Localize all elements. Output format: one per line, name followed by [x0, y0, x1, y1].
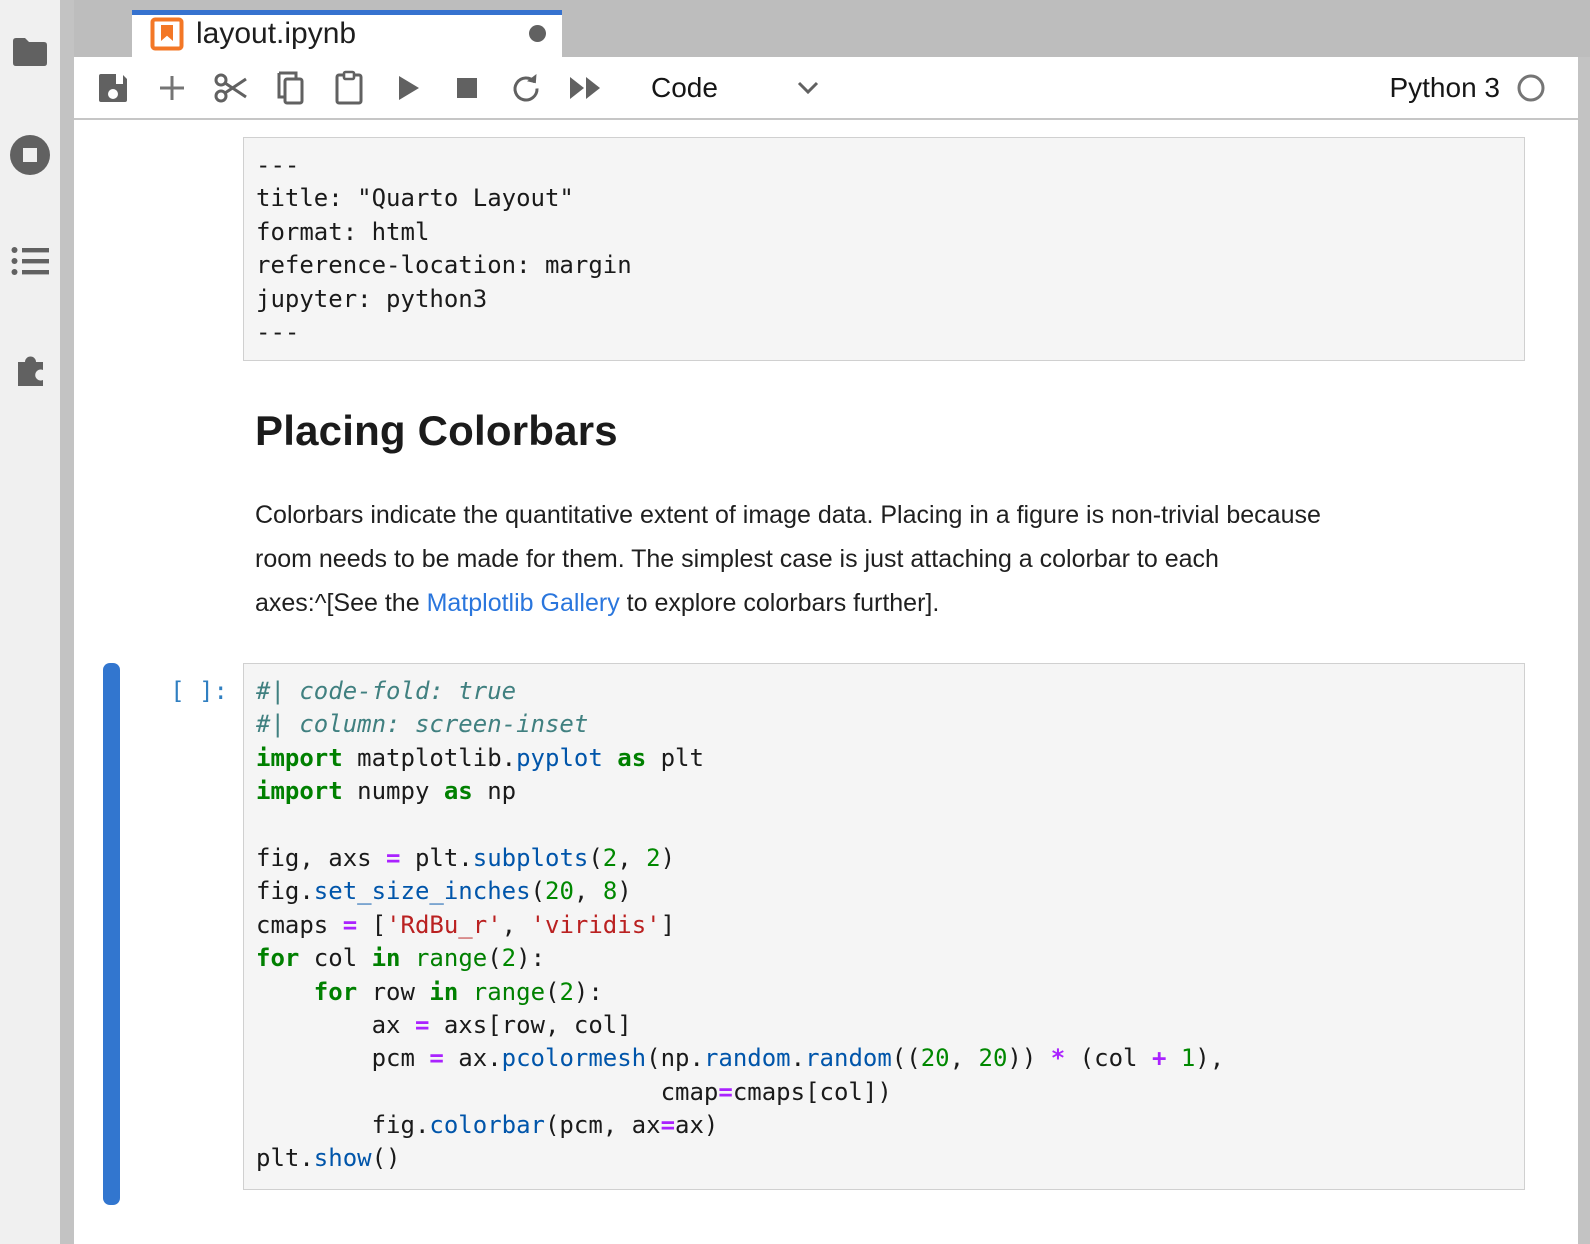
window-edge [1578, 57, 1590, 1244]
modified-dot-icon[interactable] [529, 25, 546, 42]
fast-forward-icon [566, 73, 604, 103]
notebook-toolbar: Code Python 3 [74, 57, 1578, 120]
cell-input-prompt: [ ]: [110, 677, 228, 705]
active-tab-indicator [132, 10, 562, 15]
restart-kernel-button[interactable] [507, 69, 544, 106]
notebook-icon [150, 17, 184, 51]
markdown-heading: Placing Colorbars [255, 407, 618, 455]
code-line: cmap=cmaps[col]) [256, 1076, 1518, 1109]
raw-cell-editor[interactable]: ---title: "Quarto Layout"format: htmlref… [243, 137, 1525, 361]
kernel-name[interactable]: Python 3 [1389, 72, 1500, 104]
cell-collapser[interactable] [103, 663, 120, 1205]
code-line: import matplotlib.pyplot as plt [256, 742, 1518, 775]
scissors-icon [213, 71, 249, 105]
paste-cells-button[interactable] [330, 69, 367, 106]
save-icon [96, 71, 130, 105]
sidebar-splitter[interactable] [60, 0, 74, 1244]
raw-line: title: "Quarto Layout" [256, 182, 1518, 215]
code-line: #| column: screen-inset [256, 708, 1518, 741]
code-line: pcm = ax.pcolormesh(np.random.random((20… [256, 1042, 1518, 1075]
raw-line: jupyter: python3 [256, 283, 1518, 316]
paragraph-text: Colorbars indicate the quantitative exte… [255, 501, 1321, 529]
raw-line: format: html [256, 216, 1518, 249]
code-line: fig.colorbar(pcm, ax=ax) [256, 1109, 1518, 1142]
markdown-paragraph: Colorbars indicate the quantitative exte… [255, 493, 1535, 625]
copy-icon [273, 70, 307, 106]
code-line: for row in range(2): [256, 976, 1518, 1009]
code-line: fig, axs = plt.subplots(2, 2) [256, 842, 1518, 875]
paragraph-text: axes:^[See the [255, 589, 427, 617]
kernel-status-icon[interactable] [1516, 73, 1546, 103]
refresh-icon [509, 71, 543, 105]
sidebar-item-table-of-contents[interactable] [0, 229, 60, 293]
code-line: plt.show() [256, 1142, 1518, 1175]
list-icon [11, 246, 49, 276]
cut-cells-button[interactable] [212, 69, 249, 106]
paste-icon [333, 70, 365, 106]
code-line [256, 809, 1518, 842]
code-line: fig.set_size_inches(20, 8) [256, 875, 1518, 908]
sidebar-item-extensions[interactable] [0, 336, 60, 400]
tab-title: layout.ipynb [196, 17, 529, 51]
insert-cell-button[interactable] [153, 69, 190, 106]
markdown-paragraph-line: room needs to be made for them. The simp… [255, 537, 1535, 581]
save-button[interactable] [94, 69, 131, 106]
copy-cells-button[interactable] [271, 69, 308, 106]
markdown-paragraph-line: axes:^[See the Matplotlib Gallery to exp… [255, 581, 1535, 625]
markdown-paragraph-line: Colorbars indicate the quantitative exte… [255, 493, 1535, 537]
kernel-indicator: Python 3 [1389, 72, 1546, 104]
code-line: ax = axs[row, col] [256, 1009, 1518, 1042]
code-cell-lines: #| code-fold: true#| column: screen-inse… [256, 675, 1518, 1176]
activity-sidebar [0, 0, 60, 1244]
raw-cell-lines: ---title: "Quarto Layout"format: htmlref… [256, 149, 1518, 349]
cell-type-dropdown[interactable]: Code [651, 72, 820, 104]
matplotlib-gallery-link[interactable]: Matplotlib Gallery [427, 589, 620, 617]
sidebar-item-file-browser[interactable] [0, 20, 60, 84]
dock-tab-bar: layout.ipynb [60, 0, 1590, 57]
raw-line: --- [256, 149, 1518, 182]
puzzle-icon [10, 348, 50, 388]
paragraph-text: to explore colorbars further]. [620, 589, 940, 617]
code-line: for col in range(2): [256, 942, 1518, 975]
tab-layout-ipynb[interactable]: layout.ipynb [132, 10, 562, 57]
paragraph-text: room needs to be made for them. The simp… [255, 545, 1219, 573]
code-line: import numpy as np [256, 775, 1518, 808]
raw-line: reference-location: margin [256, 249, 1518, 282]
plus-icon [156, 72, 188, 104]
restart-run-all-button[interactable] [566, 69, 603, 106]
code-line: #| code-fold: true [256, 675, 1518, 708]
running-kernels-icon [9, 134, 51, 176]
folder-icon [11, 35, 49, 69]
raw-line: --- [256, 316, 1518, 349]
stop-icon [454, 75, 480, 101]
chevron-down-icon [796, 80, 820, 95]
interrupt-kernel-button[interactable] [448, 69, 485, 106]
run-button[interactable] [389, 69, 426, 106]
sidebar-item-running-kernels[interactable] [0, 123, 60, 187]
play-icon [393, 72, 423, 104]
code-cell-editor[interactable]: #| code-fold: true#| column: screen-inse… [243, 663, 1525, 1190]
code-line: cmaps = ['RdBu_r', 'viridis'] [256, 909, 1518, 942]
cell-type-value: Code [651, 72, 718, 104]
